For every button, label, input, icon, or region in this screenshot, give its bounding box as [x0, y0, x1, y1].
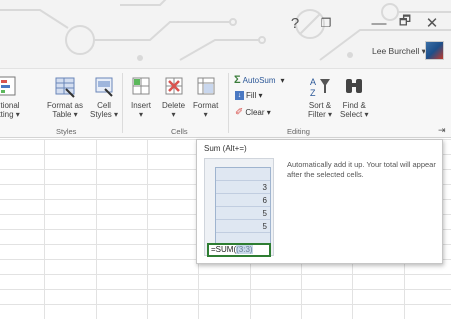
formula-prefix: =SUM(	[211, 245, 237, 254]
autosum-tooltip: Sum (Alt+=) 3 6 5 5 =SUM((3:3) Automatic…	[196, 139, 443, 264]
svg-text:Z: Z	[310, 88, 316, 98]
conditional-formatting-icon	[0, 75, 18, 99]
preview-sum-formula-cell: =SUM((3:3)	[207, 243, 271, 257]
title-bar: ? ❐ — 🗗 ✕ Lee Burchell ▾	[0, 0, 451, 68]
autosum-dropdown-arrow: ▾	[280, 75, 285, 85]
conditional-formatting-label-1: ditional	[0, 101, 20, 110]
sort-filter-icon: AZ	[309, 75, 331, 99]
cell-styles-button[interactable]: Cell Styles ▾	[90, 75, 118, 119]
find-select-button[interactable]: Find & Select ▾	[340, 75, 368, 119]
sort-filter-button[interactable]: AZ Sort & Filter ▾	[308, 75, 332, 119]
cell-styles-label-2: Styles ▾	[90, 110, 119, 119]
cell-styles-label-1: Cell	[97, 101, 111, 110]
fill-button[interactable]: ↓ Fill ▾	[235, 91, 262, 100]
delete-label: Delete	[162, 101, 186, 110]
insert-cells-icon	[130, 75, 152, 99]
fill-label: Fill ▾	[246, 91, 263, 100]
autosum-preview-image: 3 6 5 5 =SUM((3:3)	[204, 158, 274, 257]
sigma-icon: Σ	[234, 74, 241, 86]
autosum-button[interactable]: Σ AutoSum ▾	[234, 74, 285, 86]
preview-cell-value: 6	[216, 194, 270, 207]
home-ribbon: ditional atting ▾ Format as Table ▾ Cell…	[0, 68, 451, 138]
find-select-label-1: Find &	[342, 101, 366, 110]
close-button[interactable]: ✕	[420, 12, 444, 34]
editing-group-label: Editing	[287, 127, 310, 136]
tooltip-title: Sum (Alt+=)	[204, 144, 247, 153]
autosum-label: AutoSum	[242, 75, 276, 85]
conditional-formatting-label-2: atting ▾	[0, 110, 20, 119]
tooltip-description: Automatically add it up. Your total will…	[287, 160, 436, 179]
preview-cell-empty	[216, 168, 270, 181]
sort-filter-label-1: Sort &	[308, 101, 332, 110]
preview-cell-value: 5	[216, 207, 270, 220]
fill-down-icon: ↓	[235, 91, 244, 100]
preview-cell-value: 3	[216, 181, 270, 194]
svg-text:A: A	[310, 77, 316, 87]
insert-dropdown-arrow: ▾	[138, 110, 143, 119]
format-label: Format	[193, 101, 219, 110]
format-cells-icon	[195, 75, 217, 99]
restore-button[interactable]: 🗗	[393, 12, 417, 34]
format-cells-button[interactable]: Format ▾	[193, 75, 218, 119]
find-select-label-2: Select ▾	[340, 110, 369, 119]
format-as-table-icon	[54, 75, 76, 99]
format-as-table-label-1: Format as	[47, 101, 84, 110]
format-as-table-button[interactable]: Format as Table ▾	[47, 75, 83, 119]
insert-cells-button[interactable]: Insert ▾	[130, 75, 152, 119]
format-dropdown-arrow: ▾	[203, 110, 208, 119]
binoculars-icon	[343, 75, 365, 99]
format-as-table-label-2: Table ▾	[52, 110, 78, 119]
group-separator	[228, 73, 229, 133]
help-button[interactable]: ?	[283, 12, 307, 34]
pin-ribbon-icon[interactable]: ⇥	[438, 125, 446, 136]
formula-range: (3:3)	[236, 245, 253, 254]
cells-group-label: Cells	[171, 127, 188, 136]
sort-filter-label-2: Filter ▾	[308, 110, 333, 119]
delete-cells-button[interactable]: Delete ▾	[162, 75, 185, 119]
minimize-button[interactable]: —	[367, 12, 391, 34]
cell-styles-icon	[93, 75, 115, 99]
delete-dropdown-arrow: ▾	[171, 110, 176, 119]
insert-label: Insert	[130, 101, 151, 110]
styles-group-label: Styles	[56, 127, 77, 136]
eraser-icon: ✐	[235, 107, 244, 118]
conditional-formatting-button[interactable]: ditional atting ▾	[0, 75, 20, 119]
circuit-background-pattern	[0, 0, 451, 61]
avatar[interactable]	[425, 41, 444, 60]
preview-selected-column: 3 6 5 5	[215, 167, 271, 247]
group-separator	[122, 73, 123, 133]
delete-cells-icon	[163, 75, 185, 99]
clear-label: Clear ▾	[245, 108, 271, 117]
clear-button[interactable]: ✐ Clear ▾	[235, 107, 271, 118]
preview-cell-value: 5	[216, 220, 270, 233]
user-account-name[interactable]: Lee Burchell ▾	[372, 46, 426, 57]
ribbon-display-options-button[interactable]: ❐	[314, 12, 338, 34]
